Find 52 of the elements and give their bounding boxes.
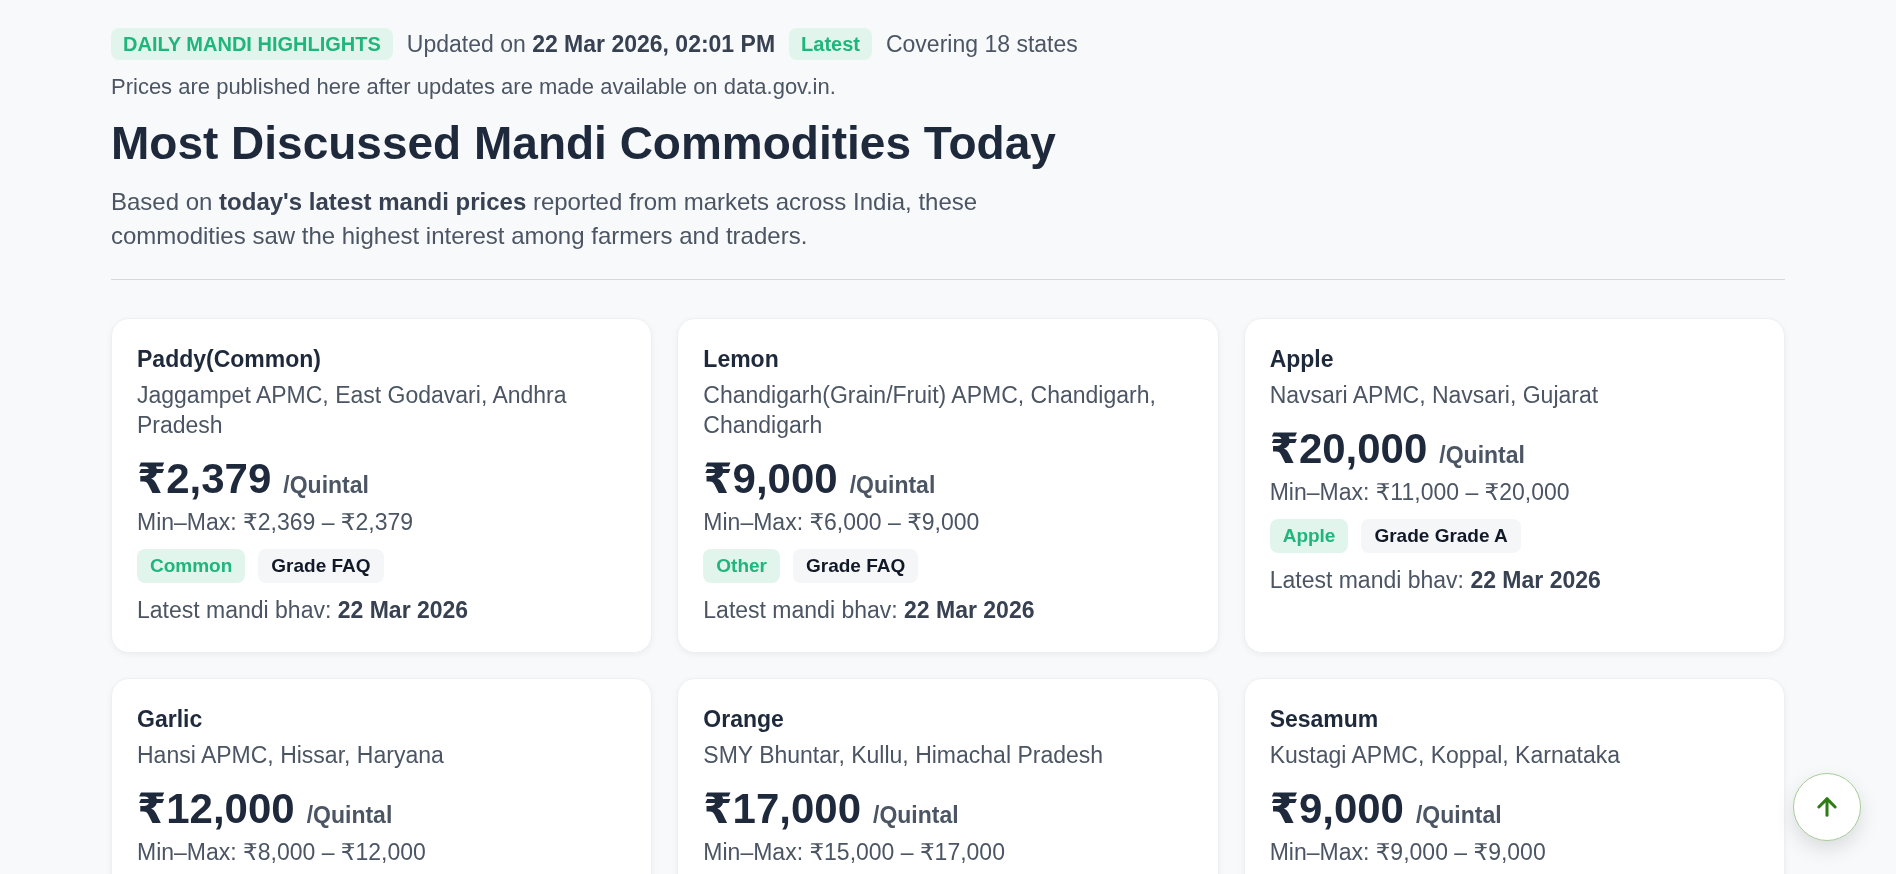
page-title: Most Discussed Mandi Commodities Today bbox=[111, 116, 1057, 171]
market-location: Hansi APMC, Hissar, Haryana bbox=[137, 741, 444, 770]
commodity-card[interactable]: Orange SMY Bhuntar, Kullu, Himachal Pradesh ₹17,000 /Quintal Min–Max: ₹15,000 – ₹17,000 bbox=[677, 678, 1219, 874]
commodity-card[interactable]: Lemon Chandigarh(Grain/Fruit) APMC, Chandigarh, Chandigarh ₹9,000 /Quintal Min–Max: ₹6,000 – ₹9,000 Other Grade FAQ Latest mandi bhav: 22 Mar 2026 bbox=[677, 318, 1219, 653]
price-unit: /Quintal bbox=[1416, 802, 1502, 829]
commodity-name: Apple bbox=[1269, 345, 1334, 374]
market-location: Navsari APMC, Navsari, Gujarat bbox=[1269, 381, 1599, 410]
price-unit: /Quintal bbox=[306, 802, 393, 829]
commodity-name: Paddy(Common) bbox=[137, 345, 321, 374]
market-location: SMY Bhuntar, Kullu, Himachal Pradesh bbox=[703, 741, 1104, 770]
price-unit: /Quintal bbox=[283, 472, 369, 499]
price-range: Min–Max: ₹6,000 – ₹9,000 bbox=[703, 508, 980, 537]
price-value: ₹20,000 bbox=[1269, 424, 1428, 474]
variety-tag: Other bbox=[703, 549, 780, 583]
price-value: ₹9,000 bbox=[1269, 784, 1404, 834]
source-note: Prices are published here after updates are made available on data.gov.in. bbox=[111, 73, 837, 101]
latest-date-text: Latest mandi bhav: 22 Mar 2026 bbox=[137, 596, 469, 625]
price-unit: /Quintal bbox=[873, 802, 959, 829]
price-unit: /Quintal bbox=[1439, 442, 1525, 469]
commodity-name: Garlic bbox=[137, 705, 203, 734]
latest-date-text: Latest mandi bhav: 22 Mar 2026 bbox=[1269, 566, 1601, 595]
price-value: ₹2,379 bbox=[137, 454, 272, 504]
commodity-name: Orange bbox=[703, 705, 784, 734]
market-location: Jaggampet APMC, East Godavari, Andhra Pradesh bbox=[137, 381, 568, 440]
highlights-badge: DAILY MANDI HIGHLIGHTS bbox=[111, 28, 393, 60]
commodity-name: Sesamum bbox=[1269, 705, 1379, 734]
variety-tag: Common bbox=[137, 549, 246, 583]
latest-date-text: Latest mandi bhav: 22 Mar 2026 bbox=[703, 596, 1035, 625]
price-range: Min–Max: ₹9,000 – ₹9,000 bbox=[1269, 838, 1546, 867]
updated-text: Updated on 22 Mar 2026, 02:01 PM bbox=[406, 30, 776, 58]
page-description: Based on today's latest mandi prices reported from markets across India, these commodities saw the highest interest among farmers and traders. bbox=[111, 187, 979, 251]
grade-tag: Grade FAQ bbox=[258, 549, 384, 583]
price-value: ₹12,000 bbox=[137, 784, 295, 834]
market-location: Kustagi APMC, Koppal, Karnataka bbox=[1269, 741, 1620, 770]
status-badge: Latest bbox=[789, 28, 872, 60]
grade-tag: Grade FAQ bbox=[793, 549, 919, 583]
coverage-text: Covering 18 states bbox=[885, 30, 1078, 58]
commodity-card[interactable]: Sesamum Kustagi APMC, Koppal, Karnataka ₹9,000 /Quintal Min–Max: ₹9,000 – ₹9,000 bbox=[1243, 678, 1785, 874]
commodity-card[interactable]: Garlic Hansi APMC, Hissar, Haryana ₹12,000 /Quintal Min–Max: ₹8,000 – ₹12,000 bbox=[111, 678, 653, 874]
commodity-card[interactable]: Apple Navsari APMC, Navsari, Gujarat ₹20,000 /Quintal Min–Max: ₹11,000 – ₹20,000 Apple Grade Grade A Latest mandi bhav: 22 Mar 2026 bbox=[1243, 318, 1785, 653]
price-range: Min–Max: ₹2,369 – ₹2,379 bbox=[137, 508, 414, 537]
price-range: Min–Max: ₹8,000 – ₹12,000 bbox=[137, 838, 426, 867]
grade-tag: Grade Grade A bbox=[1361, 519, 1521, 553]
variety-tag: Apple bbox=[1269, 519, 1349, 553]
market-location: Chandigarh(Grain/Fruit) APMC, Chandigarh, Chandigarh bbox=[703, 381, 1157, 440]
price-value: ₹17,000 bbox=[703, 784, 861, 834]
commodity-name: Lemon bbox=[703, 345, 779, 374]
price-value: ₹9,000 bbox=[703, 454, 838, 504]
price-range: Min–Max: ₹15,000 – ₹17,000 bbox=[703, 838, 1005, 867]
commodity-card[interactable]: Paddy(Common) Jaggampet APMC, East Godavari, Andhra Pradesh ₹2,379 /Quintal Min–Max: ₹2,369 – ₹2,379 Common Grade FAQ Latest mandi bhav: 22 Mar 2026 bbox=[111, 318, 653, 653]
price-unit: /Quintal bbox=[849, 472, 936, 499]
price-range: Min–Max: ₹11,000 – ₹20,000 bbox=[1269, 478, 1570, 507]
